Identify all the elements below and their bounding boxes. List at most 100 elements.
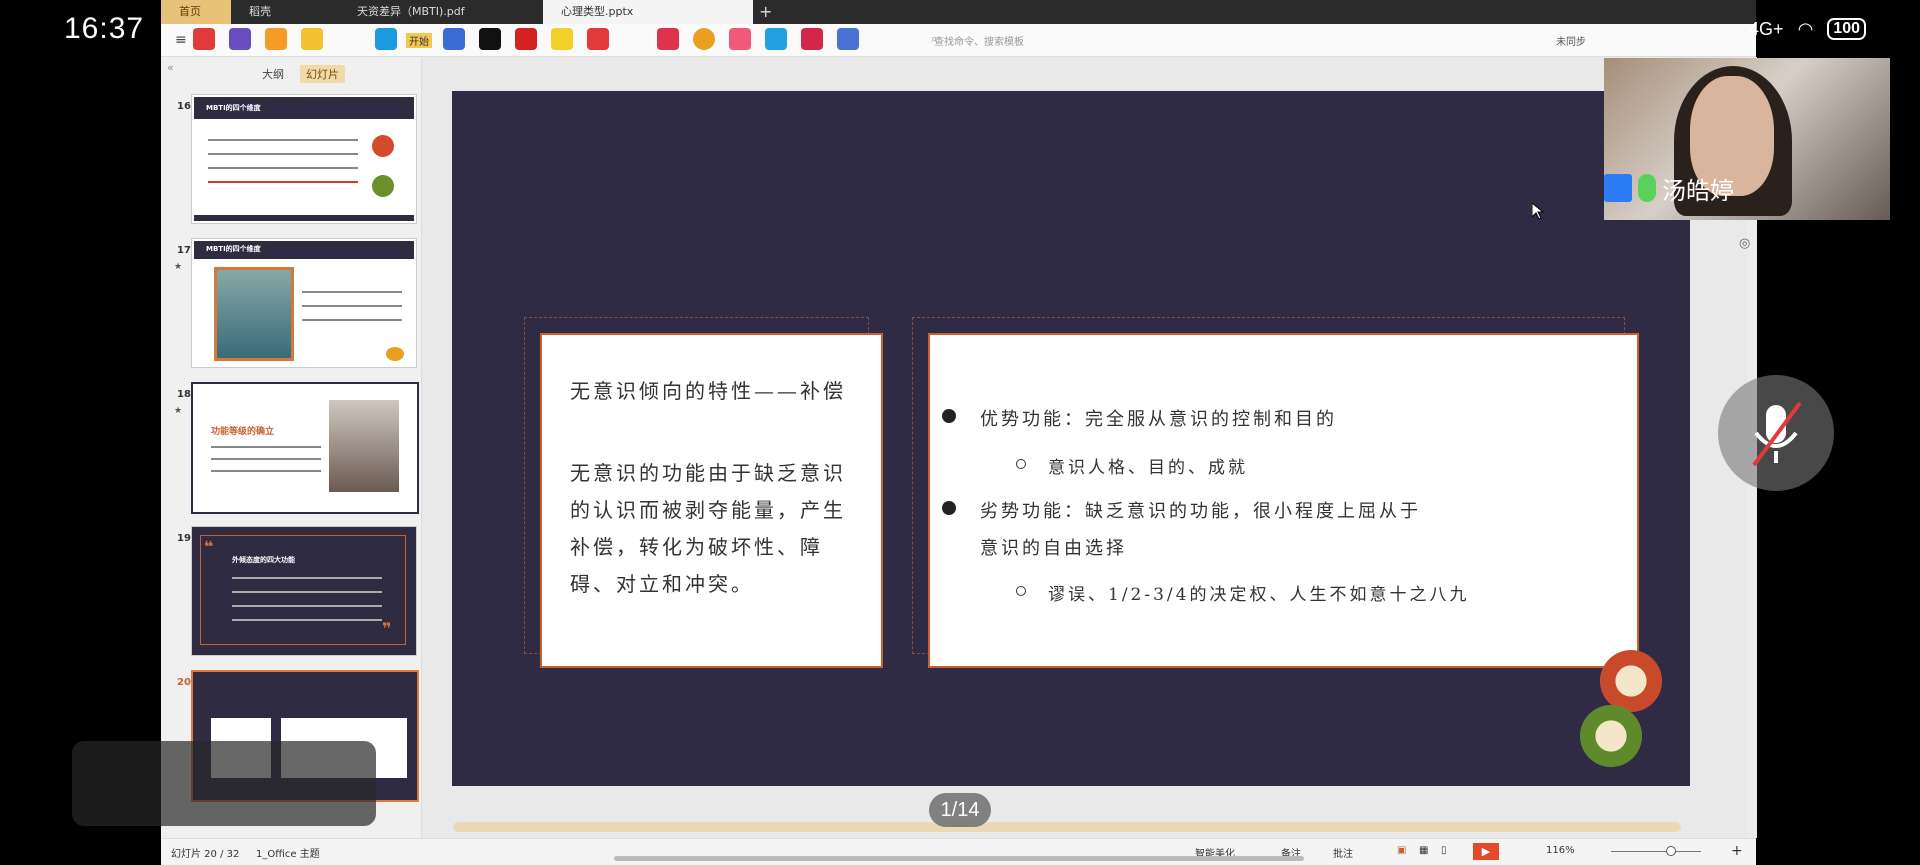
thumb-text-line xyxy=(302,305,402,307)
tab-bar: 首页 稻壳 天资差异（MBTI).pdf 心理类型.pptx + xyxy=(161,0,1756,24)
slide-number: 18 xyxy=(177,389,191,400)
slide-thumbnail-17[interactable]: MBTI的四个维度 xyxy=(191,238,417,368)
quote-icon: ❞ xyxy=(382,619,392,638)
comment-label: 批注 xyxy=(1333,849,1353,860)
thumb-text-line xyxy=(208,153,358,155)
slide-thumbnail-16[interactable]: MBTI的四个维度 xyxy=(191,94,417,224)
sub-bullet-text: 谬误、1/2-3/4的决定权、人生不如意十之八九 xyxy=(1048,585,1470,605)
zoom-level[interactable]: 116% xyxy=(1546,845,1575,856)
search-placeholder: 查找命令、搜索模板 xyxy=(934,37,1024,48)
app-icon[interactable] xyxy=(837,28,859,50)
tab-pdf[interactable]: 天资差异（MBTI).pdf xyxy=(339,0,547,24)
participant-video[interactable]: 汤皓婷 xyxy=(1604,58,1890,220)
app-icon[interactable] xyxy=(729,28,751,50)
app-icon[interactable] xyxy=(265,28,287,50)
thumb-frame xyxy=(200,535,406,645)
theme-name[interactable]: 1_Office 主题 xyxy=(256,845,320,860)
bullet-item-continued: 意识的自由选择 xyxy=(980,534,1127,560)
app-icon[interactable] xyxy=(657,28,679,50)
app-icon[interactable] xyxy=(229,28,251,50)
textbox-compensation[interactable]: 无意识倾向的特性——补偿 无意识的功能由于缺乏意识的认识而被剥夺能量，产生补偿，… xyxy=(540,333,883,668)
app-icon[interactable] xyxy=(587,28,609,50)
slide-number: 16 xyxy=(177,101,191,112)
tab-docer[interactable]: 稻壳 xyxy=(231,0,339,24)
location-icon[interactable]: ◎ xyxy=(1739,236,1750,251)
card-title: 无意识倾向的特性——补偿 xyxy=(570,379,846,403)
collapse-panel-icon[interactable]: « xyxy=(167,61,174,74)
sub-bullet-item: 谬误、1/2-3/4的决定权、人生不如意十之八九 xyxy=(1016,580,1470,605)
menu-icon[interactable]: ≡ xyxy=(175,32,187,48)
thumb-text-line xyxy=(211,458,321,460)
bullet-text: 意识的自由选择 xyxy=(980,538,1127,559)
comment-button[interactable]: 批注 xyxy=(1333,845,1353,860)
thumb-title: 功能等级的确立 xyxy=(211,427,275,437)
medallion-icon xyxy=(1580,705,1642,767)
sub-bullet-ring-icon xyxy=(1016,459,1026,469)
sync-status[interactable]: 未同步 xyxy=(1556,33,1586,48)
participant-name-tag: 汤皓婷 xyxy=(1604,172,1734,205)
app-icon[interactable] xyxy=(301,28,323,50)
zoom-in-icon[interactable]: + xyxy=(1731,843,1743,859)
app-icon[interactable] xyxy=(765,28,787,50)
tab-label: 稻壳 xyxy=(249,5,271,18)
sync-label: 未同步 xyxy=(1556,37,1586,48)
start-label: 开始 xyxy=(409,37,429,48)
mute-microphone-button[interactable] xyxy=(1718,375,1834,491)
textbox-functions[interactable]: 优势功能：完全服从意识的控制和目的 意识人格、目的、成就 劣势功能：缺乏意识的功… xyxy=(928,333,1639,668)
new-tab-icon[interactable]: + xyxy=(759,2,772,21)
thumb-text-line xyxy=(211,470,321,472)
thumb-text-line xyxy=(302,319,402,321)
app-icon[interactable] xyxy=(443,28,465,50)
progress-bar xyxy=(614,856,1304,861)
view-tabs: 大纲 幻灯片 xyxy=(256,65,345,83)
animation-star-icon: ★ xyxy=(174,406,183,416)
bullet-dot-icon xyxy=(942,409,956,423)
horizontal-scrollbar[interactable] xyxy=(453,822,1681,832)
medallion-icon xyxy=(1600,650,1662,712)
card-body: 无意识的功能由于缺乏意识的认识而被剥夺能量，产生补偿，转化为破坏性、障碍、对立和… xyxy=(570,461,846,596)
zoom-slider-handle[interactable] xyxy=(1666,846,1676,856)
slide-thumbnail-18[interactable]: 功能等级的确立 xyxy=(191,382,419,514)
toolbar: ≡ 开始 ⌕ 查找命令、搜索模板 未同步 xyxy=(161,24,1756,57)
tab-label: 天资差异（MBTI).pdf xyxy=(357,5,465,18)
app-icon[interactable] xyxy=(375,28,397,50)
thumb-text-line xyxy=(208,167,358,169)
sub-bullet-ring-icon xyxy=(1016,586,1026,596)
bullet-text: 劣势功能：缺乏意识的功能，很小程度上屈从于 xyxy=(980,501,1421,522)
battery-level: 100 xyxy=(1827,18,1866,40)
slide-info: 幻灯片 20 / 32 xyxy=(171,849,240,860)
thumb-text-line xyxy=(232,591,382,593)
tab-home[interactable]: 首页 xyxy=(161,0,231,24)
app-icon[interactable] xyxy=(551,28,573,50)
tab-pptx[interactable]: 心理类型.pptx xyxy=(543,0,753,24)
play-slideshow-button[interactable]: ▶ xyxy=(1473,843,1499,860)
sorter-view-icon[interactable]: ▦ xyxy=(1419,845,1428,856)
wifi-icon: ◠ xyxy=(1797,18,1814,39)
app-icon[interactable] xyxy=(693,28,715,50)
zoom-slider[interactable] xyxy=(1611,851,1701,852)
microphone-icon xyxy=(1638,174,1656,202)
start-button[interactable]: 开始 xyxy=(406,33,432,48)
tab-label: 心理类型.pptx xyxy=(561,5,634,18)
app-icon[interactable] xyxy=(801,28,823,50)
normal-view-icon[interactable]: ▣ xyxy=(1397,845,1406,856)
app-icon[interactable] xyxy=(479,28,501,50)
slide-thumbnail-19[interactable]: ❝ 外倾态度的四大功能 ❞ xyxy=(191,526,417,656)
command-search-input[interactable]: 查找命令、搜索模板 xyxy=(934,33,1024,48)
sub-bullet-text: 意识人格、目的、成就 xyxy=(1048,458,1248,478)
thumb-medallion xyxy=(372,175,394,197)
thumb-text-line xyxy=(208,181,358,183)
tab-slides[interactable]: 幻灯片 xyxy=(300,65,345,83)
page-counter: 1/14 xyxy=(929,793,991,827)
slide-number: 20 xyxy=(177,677,191,688)
reading-view-icon[interactable]: ▯ xyxy=(1441,845,1447,856)
tab-label: 首页 xyxy=(179,5,201,18)
thumb-medallion xyxy=(372,135,394,157)
status-time: 16:37 xyxy=(64,12,145,45)
app-icon[interactable] xyxy=(193,28,215,50)
app-icon[interactable] xyxy=(515,28,537,50)
floating-panel xyxy=(72,741,376,826)
bullet-item: 优势功能：完全服从意识的控制和目的 xyxy=(942,405,1337,431)
tab-outline[interactable]: 大纲 xyxy=(256,65,290,83)
slide-thumbnail-panel: « 大纲 幻灯片 16 MBTI的四个维度 17 ★ MBTI的四个维度 18 … xyxy=(161,57,422,838)
